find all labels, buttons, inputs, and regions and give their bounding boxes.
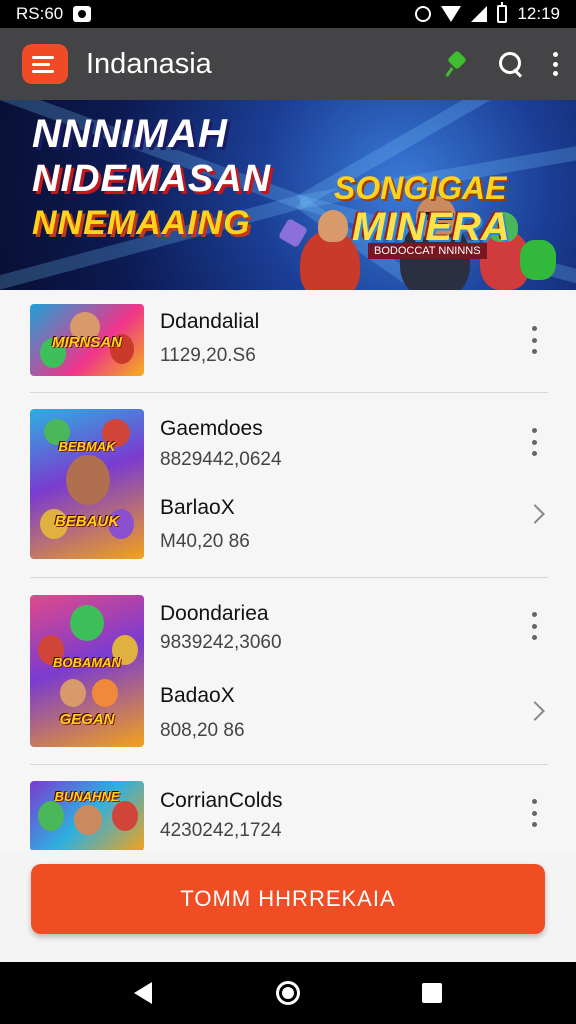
app-bar: Indanasia [0,28,576,100]
list-item[interactable]: BEBMAK BEBAUK Gaemdoes 8829442,0624 Barl… [0,393,576,577]
status-time-right: 12:19 [517,4,560,23]
system-nav-bar [0,962,576,1024]
item-title: BarlaoX [160,496,235,519]
item-title: BadaoX [160,684,235,707]
thumbnail-logo: BUNAHNE [54,789,120,804]
thumbnail-logo: BEBMAK [58,439,116,454]
item-subtitle: 808,20 86 [160,720,245,741]
more-vert-icon[interactable] [530,326,538,354]
item-title: Ddandalial [160,310,260,333]
signal-icon [471,6,488,22]
game-logo-tagline: BODOCCAT NNINNS [368,243,487,259]
item-title: Doondariea [160,602,269,625]
banner-headline-2: NIDEMASAN [32,158,272,200]
item-title: CorrianColds [160,789,283,812]
thumbnail-logo: GEGAN [59,711,115,728]
game-logo-line-1: SONGIGAE [334,170,507,206]
home-icon[interactable] [276,981,300,1005]
item-subtitle: 1129,20.S6 [160,345,256,366]
thumbnail-logo: MIRNSAN [52,334,122,351]
banner-headline-1: NNNIMAH [32,112,228,156]
search-icon[interactable] [498,51,524,77]
banner-character [318,210,348,242]
chevron-right-icon[interactable] [525,701,545,721]
recent-apps-icon[interactable] [422,983,442,1003]
status-time-left: RS:60 [16,4,64,23]
item-subtitle: M40,20 86 [160,531,250,552]
more-vert-icon[interactable] [530,799,538,827]
status-bar: RS:60 12:19 [0,0,576,28]
more-vert-icon[interactable] [530,428,538,456]
game-thumbnail: BEBMAK BEBAUK [30,409,144,559]
thumbnail-logo: BOBAMAN [53,655,121,670]
primary-action-button[interactable]: TOMM HHRREKAIA [31,864,545,934]
game-list: MIRNSAN Ddandalial 1129,20.S6 BEBMAK BEB… [0,290,576,850]
item-subtitle: 8829442,0624 [160,449,282,470]
list-item[interactable]: BUNAHNE CorrianColds 4230242,1724 [0,765,576,850]
notification-icon [73,6,92,22]
battery-icon [497,2,508,23]
back-icon[interactable] [134,982,152,1004]
item-subtitle: 9839242,3060 [160,632,282,653]
game-thumbnail: BUNAHNE [30,781,144,850]
game-thumbnail: MIRNSAN [30,304,144,376]
banner-gem [277,217,309,249]
banner-headline-3: NNEMAAING [32,204,251,242]
menu-logo-icon[interactable] [22,44,68,84]
thumbnail-logo: BEBAUK [54,513,120,530]
game-thumbnail: BOBAMAN GEGAN [30,595,144,747]
more-vert-icon[interactable] [530,612,538,640]
chevron-right-icon[interactable] [525,504,545,524]
pin-icon[interactable] [444,51,470,77]
list-item[interactable]: BOBAMAN GEGAN Doondariea 9839242,3060 Ba… [0,578,576,764]
item-subtitle: 4230242,1724 [160,820,282,841]
alarm-icon [415,6,432,22]
more-vert-icon[interactable] [552,52,558,76]
wifi-icon [441,6,462,22]
list-item[interactable]: MIRNSAN Ddandalial 1129,20.S6 [0,290,576,390]
app-title: Indanasia [86,47,212,80]
banner-gem [520,240,556,280]
item-title: Gaemdoes [160,417,263,440]
